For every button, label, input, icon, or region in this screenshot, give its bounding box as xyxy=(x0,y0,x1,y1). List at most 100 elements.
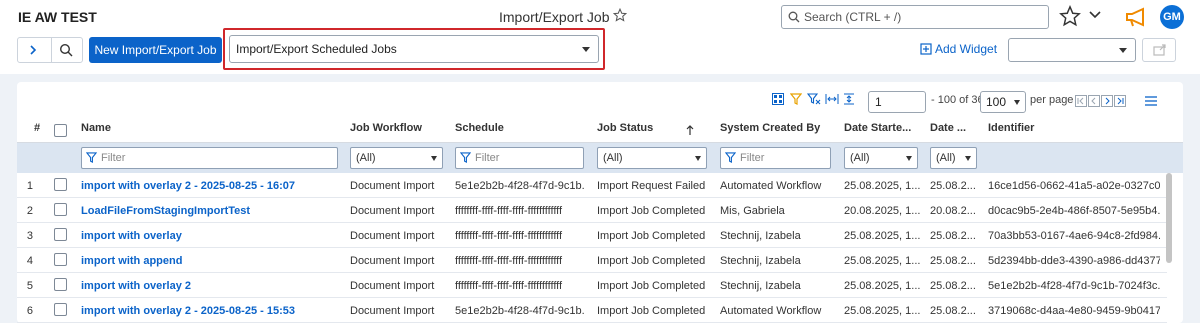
cell-schedule: ffffffff-ffff-ffff-ffff-ffffffffffff xyxy=(455,205,563,217)
filter-icon xyxy=(86,152,97,163)
table-row[interactable]: 6 import with overlay 2 - 2025-08-25 - 15… xyxy=(17,298,1167,323)
favorites-star-icon[interactable] xyxy=(1059,5,1081,27)
cell-date-started: 25.08.2025, 1... xyxy=(844,305,921,317)
search-input[interactable] xyxy=(804,9,1042,25)
cell-schedule: ffffffff-ffff-ffff-ffff-ffffffffffff xyxy=(455,280,563,292)
column-header-system-created-by[interactable]: System Created By xyxy=(720,122,840,142)
next-page-icon xyxy=(1105,97,1110,105)
widget-selector[interactable] xyxy=(1008,38,1136,62)
table-row[interactable]: 5 import with overlay 2 Document Import fff… xyxy=(17,273,1167,298)
last-page-button[interactable] xyxy=(1114,95,1126,107)
vertical-scrollbar[interactable] xyxy=(1166,173,1172,263)
cell-name[interactable]: import with append xyxy=(81,255,341,267)
row-checkbox[interactable] xyxy=(54,203,67,216)
export-button[interactable] xyxy=(1142,38,1176,62)
cell-status: Import Request Failed xyxy=(597,180,706,192)
cell-identifier: 3719068c-d4aa-4e80-9459-9b0417... xyxy=(988,305,1160,317)
date-filter-select[interactable]: (All) xyxy=(930,147,977,169)
cell-workflow: Document Import xyxy=(350,305,435,317)
clear-filter-icon[interactable] xyxy=(807,93,821,105)
cell-identifier: 5e1e2b2b-4f28-4f7d-9c1b-7024f3c... xyxy=(988,280,1160,292)
table-row[interactable]: 3 import with overlay Document Import fffff… xyxy=(17,223,1167,248)
filter-placeholder: Filter xyxy=(740,152,765,164)
column-header-schedule[interactable]: Schedule xyxy=(455,122,585,142)
column-header-name[interactable]: Name xyxy=(81,122,341,142)
chevron-right-icon[interactable] xyxy=(28,44,38,56)
favorite-star-icon[interactable] xyxy=(613,8,627,22)
cell-name[interactable]: import with overlay xyxy=(81,230,341,242)
column-header-job-workflow[interactable]: Job Workflow xyxy=(350,122,450,142)
chevron-down-icon[interactable] xyxy=(1088,10,1102,20)
cell-num: 4 xyxy=(26,255,33,267)
view-selector[interactable]: Import/Export Scheduled Jobs xyxy=(229,35,599,63)
row-checkbox[interactable] xyxy=(54,278,67,291)
column-header-date-started[interactable]: Date Starte... xyxy=(844,122,924,142)
cell-name[interactable]: LoadFileFromStagingImportTest xyxy=(81,205,341,217)
date-started-filter-select[interactable]: (All) xyxy=(844,147,918,169)
cell-status: Import Job Completed xyxy=(597,305,706,317)
grid-menu-icon[interactable] xyxy=(1145,96,1157,106)
add-widget-icon xyxy=(920,43,932,55)
cell-workflow: Document Import xyxy=(350,230,435,242)
row-checkbox[interactable] xyxy=(54,253,67,266)
first-page-button[interactable] xyxy=(1075,95,1087,107)
first-page-icon xyxy=(1077,97,1084,105)
next-page-button[interactable] xyxy=(1101,95,1113,107)
schedule-filter-input[interactable]: Filter xyxy=(455,147,584,169)
column-chooser-icon[interactable] xyxy=(772,93,784,105)
cell-date-started: 25.08.2025, 1... xyxy=(844,255,921,267)
cell-workflow: Document Import xyxy=(350,205,435,217)
column-header-identifier[interactable]: Identifier xyxy=(988,122,1158,142)
fit-rows-icon[interactable] xyxy=(843,93,855,105)
row-checkbox[interactable] xyxy=(54,303,67,316)
megaphone-icon[interactable] xyxy=(1124,6,1150,28)
row-checkbox[interactable] xyxy=(54,228,67,241)
job-status-filter-select[interactable]: (All) xyxy=(597,147,707,169)
filter-select-value: (All) xyxy=(356,152,376,164)
cell-schedule: ffffffff-ffff-ffff-ffff-ffffffffffff xyxy=(455,255,563,267)
cell-num: 5 xyxy=(26,280,33,292)
fit-columns-icon[interactable] xyxy=(825,93,839,105)
global-search-box[interactable] xyxy=(781,5,1049,29)
prev-page-button[interactable] xyxy=(1088,95,1100,107)
nav-button-group xyxy=(17,37,83,63)
new-import-export-job-button[interactable]: New Import/Export Job xyxy=(89,37,222,63)
cell-name[interactable]: import with overlay 2 - 2025-08-25 - 16:… xyxy=(81,180,341,192)
cell-date2: 25.08.2... xyxy=(930,280,976,292)
cell-status: Import Job Completed xyxy=(597,280,706,292)
column-header-job-status[interactable]: Job Status xyxy=(597,122,677,142)
page-number-input[interactable]: 1 xyxy=(868,91,926,113)
table-row[interactable]: 2 LoadFileFromStagingImportTest Document I… xyxy=(17,198,1167,223)
filter-placeholder: Filter xyxy=(101,152,126,164)
name-filter-input[interactable]: Filter xyxy=(81,147,338,169)
cell-name[interactable]: import with overlay 2 - 2025-08-25 - 15:… xyxy=(81,305,341,317)
caret-down-icon xyxy=(1014,100,1020,105)
per-page-select[interactable]: 100 xyxy=(980,91,1026,113)
cell-created-by: Automated Workflow xyxy=(720,305,822,317)
cell-created-by: Stechnij, Izabela xyxy=(720,280,801,292)
column-header-date[interactable]: Date ... xyxy=(930,122,980,142)
select-all-checkbox[interactable] xyxy=(54,124,67,137)
filter-select-value: (All) xyxy=(850,152,870,164)
cell-date2: 25.08.2... xyxy=(930,305,976,317)
cell-created-by: Stechnij, Izabela xyxy=(720,255,801,267)
export-icon xyxy=(1153,44,1166,56)
add-widget-link[interactable]: Add Widget xyxy=(920,42,997,56)
cell-schedule: 5e1e2b2b-4f28-4f7d-9c1b... xyxy=(455,180,585,192)
cell-num: 3 xyxy=(26,230,33,242)
cell-date-started: 25.08.2025, 1... xyxy=(844,180,921,192)
filter-icon[interactable] xyxy=(790,93,802,105)
cell-name[interactable]: import with overlay 2 xyxy=(81,280,341,292)
row-checkbox[interactable] xyxy=(54,178,67,191)
search-icon[interactable] xyxy=(59,43,73,57)
job-workflow-filter-select[interactable]: (All) xyxy=(350,147,443,169)
table-row[interactable]: 1 import with overlay 2 - 2025-08-25 - 16… xyxy=(17,173,1167,198)
table-row[interactable]: 4 import with append Document Import ffffff… xyxy=(17,248,1167,273)
created-by-filter-input[interactable]: Filter xyxy=(720,147,831,169)
sort-ascending-icon[interactable] xyxy=(685,124,695,136)
search-icon xyxy=(788,11,800,23)
cell-num: 1 xyxy=(26,180,33,192)
avatar[interactable]: GM xyxy=(1160,5,1184,29)
filter-placeholder: Filter xyxy=(475,152,500,164)
cell-status: Import Job Completed xyxy=(597,230,706,242)
